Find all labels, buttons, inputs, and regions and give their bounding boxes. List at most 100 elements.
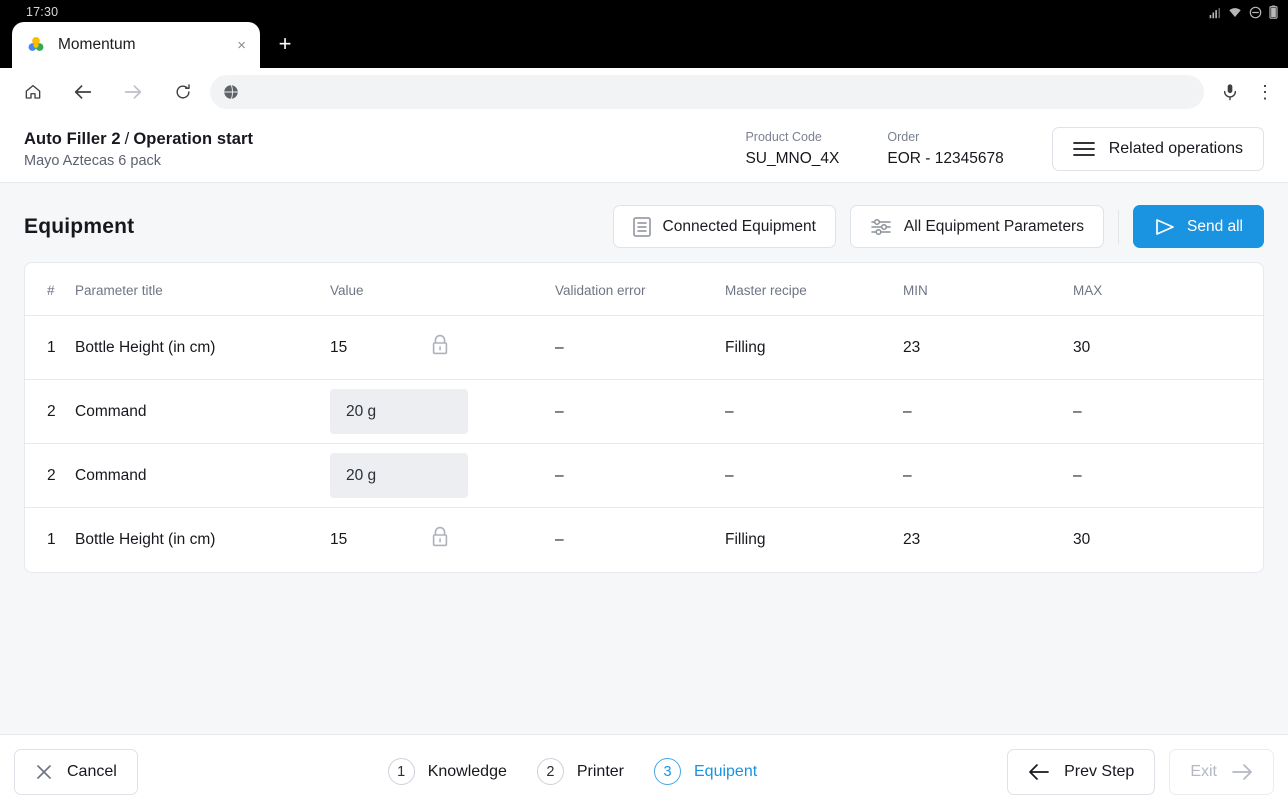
document-list-icon: [632, 216, 651, 237]
row-value-cell: 15: [330, 508, 555, 572]
all-equipment-parameters-label: All Equipment Parameters: [903, 217, 1084, 235]
app-viewport: Auto Filler 2/Operation start Mayo Aztec…: [0, 116, 1288, 808]
tab-strip: Momentum × +: [0, 22, 1288, 68]
row-min: 23: [903, 315, 1073, 380]
all-equipment-parameters-button[interactable]: All Equipment Parameters: [849, 205, 1104, 248]
column-header-parameter: Parameter title: [75, 263, 330, 316]
row-master-recipe: Filling: [725, 530, 766, 548]
row-value-cell: 15: [330, 315, 555, 380]
table-row: 1 Bottle Height (in cm) 15– Filling 23 30: [25, 315, 1263, 380]
home-icon: [25, 84, 41, 99]
close-icon: [37, 764, 51, 779]
send-all-label: Send all: [1186, 217, 1243, 235]
equipment-toolbar: Equipment Connected Equipment All Equipm…: [0, 183, 1288, 262]
momentum-clover-favicon: [28, 37, 44, 51]
lock-icon: [432, 334, 448, 355]
row-min: –: [903, 443, 1073, 508]
connected-equipment-button[interactable]: Connected Equipment: [612, 205, 836, 248]
row-validation-error: –: [555, 443, 725, 508]
lock-indicator: [430, 334, 450, 361]
row-parameter-title: Bottle Height (in cm): [75, 530, 216, 548]
toolbar-divider: [1117, 209, 1119, 244]
device-screen: 17:30 Momentum × + ⋮ Auto Filler 2 / Ope…: [0, 0, 1288, 808]
parameter-value-text: 20 g: [346, 466, 377, 484]
back-arrow-icon: [74, 85, 92, 99]
send-all-button[interactable]: Send all: [1132, 205, 1264, 248]
arrow-right-icon: [1232, 763, 1252, 780]
row-index: 1: [47, 530, 56, 548]
wizard-step[interactable]: 1 Knowledge: [387, 758, 507, 785]
column-header-value: Value: [330, 263, 555, 316]
table-row: 2 Command 20 g – – – –: [25, 379, 1263, 444]
column-header-index: #: [25, 263, 75, 316]
column-header-validation: Validation error: [555, 263, 725, 316]
forward-arrow-icon: [124, 85, 142, 99]
row-master-recipe: –: [725, 379, 903, 444]
arrow-left-icon: [1029, 763, 1049, 780]
breadcrumb-block: Auto Filler 2/Operation start Mayo Aztec…: [24, 130, 253, 169]
lock-indicator: [430, 526, 450, 553]
row-min: 23: [903, 530, 921, 548]
parameter-value-text: 20 g: [346, 402, 377, 420]
table-row: 2 Command 20 g – – – –: [25, 443, 1263, 508]
browser-menu-button[interactable]: ⋮: [1250, 72, 1280, 112]
table-body: 1 Bottle Height (in cm) 15– Filling 23 30 2 Com…: [25, 315, 1263, 572]
browser-toolbar: ⋮: [0, 68, 1288, 116]
app-header: Auto Filler 2/Operation start Mayo Aztec…: [0, 116, 1288, 183]
forward-button[interactable]: [108, 72, 158, 112]
step-number: 2: [536, 758, 564, 785]
section-title: Equipment: [24, 214, 135, 238]
page-title: Auto Filler 2/Operation start: [24, 130, 253, 149]
row-index: 2: [25, 443, 75, 508]
wizard-step[interactable]: 3 Equipent: [654, 758, 757, 785]
back-button[interactable]: [58, 72, 108, 112]
omnibox-address-bar[interactable]: [210, 75, 1204, 109]
row-value-cell: 20 g: [330, 379, 555, 444]
row-index: 2: [25, 379, 75, 444]
column-header-max: MAX: [1073, 263, 1263, 316]
row-max: 30: [1073, 530, 1091, 548]
parameters-card: # Parameter title Value Validation error…: [24, 262, 1264, 573]
step-number: 3: [654, 758, 681, 785]
parameter-value-text: 15: [330, 530, 348, 548]
related-operations-button[interactable]: Related operations: [1051, 127, 1264, 171]
product-code-label: Product Code: [745, 130, 822, 144]
parameter-value-input[interactable]: 20 g: [330, 453, 468, 498]
order-block: Order EOR - 12345678: [887, 130, 1003, 168]
row-max: –: [1073, 443, 1263, 508]
tab-title: Momentum: [58, 36, 136, 53]
globe-icon: [224, 84, 238, 100]
table-row: 1 Bottle Height (in cm) 15– Filling 23 30: [25, 508, 1263, 572]
cancel-button[interactable]: Cancel: [14, 748, 138, 795]
reload-button[interactable]: [158, 72, 208, 112]
title-machine: Auto Filler 2: [24, 129, 121, 148]
tab-close-icon[interactable]: ×: [233, 36, 250, 55]
row-max: –: [1073, 379, 1263, 444]
row-min: –: [903, 379, 1073, 444]
product-code-value: SU_MNO_4X: [745, 150, 840, 167]
hamburger-icon: [1072, 142, 1095, 156]
voice-search-button[interactable]: [1210, 72, 1250, 112]
row-master-recipe: Filling: [725, 315, 903, 380]
parameter-value-input[interactable]: 20 g: [330, 389, 468, 434]
wizard-step[interactable]: 2 Printer: [536, 758, 624, 785]
step-label: Printer: [576, 762, 624, 780]
order-value: EOR - 12345678: [887, 150, 1004, 167]
browser-tab-momentum[interactable]: Momentum ×: [12, 22, 260, 68]
exit-button[interactable]: Exit: [1169, 748, 1274, 795]
row-index: 1: [25, 315, 75, 380]
connected-equipment-label: Connected Equipment: [662, 217, 816, 235]
exit-label: Exit: [1190, 762, 1217, 780]
row-max: 30: [1073, 315, 1263, 380]
title-operation: Operation start: [133, 129, 254, 148]
new-tab-button[interactable]: +: [272, 32, 298, 58]
microphone-icon: [1223, 84, 1237, 101]
row-value-cell: 20 g: [330, 443, 555, 508]
wizard-footer: Cancel 1 Knowledge 2 Printer 3 Equipent Prev …: [0, 734, 1288, 808]
table-header-row: # Parameter title Value Validation error…: [25, 263, 1263, 316]
prev-step-button[interactable]: Prev Step: [1007, 748, 1156, 795]
row-parameter-title: Command: [75, 379, 330, 444]
lock-icon: [432, 527, 448, 547]
home-button[interactable]: [8, 72, 58, 112]
title-separator: /: [124, 129, 130, 148]
